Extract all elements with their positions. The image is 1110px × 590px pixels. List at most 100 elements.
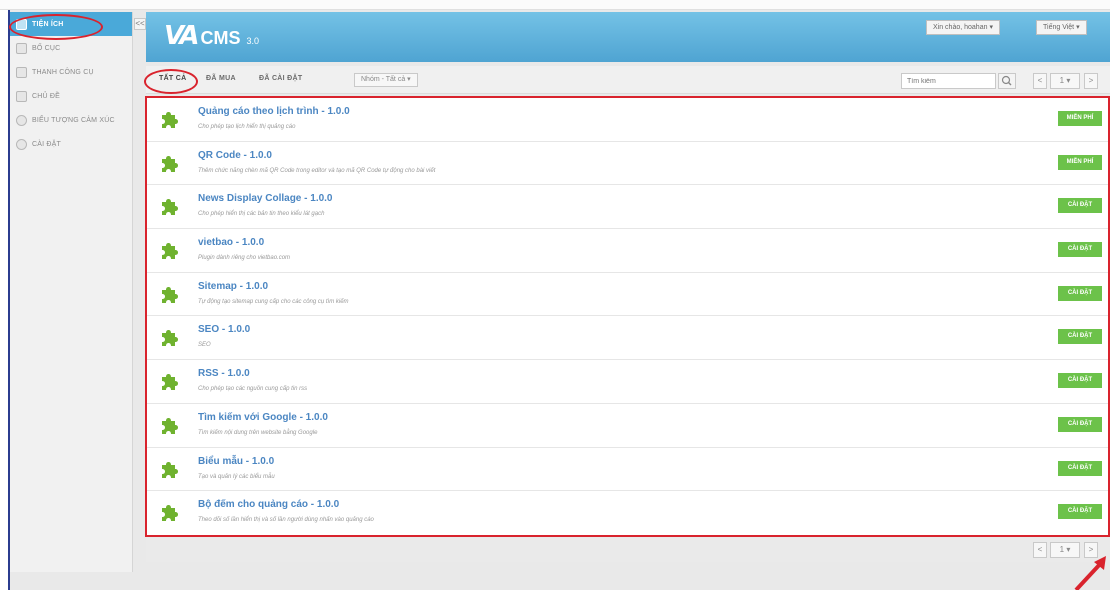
gear-icon bbox=[16, 138, 27, 150]
user-greeting-dropdown[interactable]: Xin chào, hoahan ▾ bbox=[926, 20, 1000, 35]
language-label: Tiếng Việt bbox=[1043, 24, 1075, 31]
sidebar-item-label: THANH CÔNG CỤ bbox=[32, 68, 94, 76]
plugin-action-button[interactable]: MIỄN PHÍ bbox=[1058, 111, 1102, 126]
puzzle-piece-icon bbox=[159, 502, 179, 522]
page-select[interactable]: 1 ▾ bbox=[1050, 73, 1080, 89]
plugin-row: News Display Collage - 1.0.0 Cho phép hiể… bbox=[147, 185, 1108, 230]
plugin-row: RSS - 1.0.0 Cho phép tạo các nguồn cung c… bbox=[147, 360, 1108, 404]
tab-da-mua[interactable]: ĐÃ MUA bbox=[206, 75, 236, 82]
plugin-title[interactable]: vietbao - 1.0.0 bbox=[198, 237, 264, 248]
logo-version: 3.0 bbox=[246, 36, 259, 46]
plugin-row: Biểu mẫu - 1.0.0 Tạo và quản lý các biểu … bbox=[147, 448, 1108, 492]
plugin-title[interactable]: Bộ đếm cho quảng cáo - 1.0.0 bbox=[198, 499, 339, 510]
plugin-action-button[interactable]: CÀI ĐẶT bbox=[1058, 416, 1102, 432]
next-page-button[interactable]: > bbox=[1084, 73, 1098, 89]
smiley-icon bbox=[16, 114, 27, 126]
collapse-sidebar-button[interactable]: << bbox=[134, 18, 146, 30]
toolbar-icon bbox=[16, 66, 27, 78]
plugin-action-button[interactable]: CÀI ĐẶT bbox=[1058, 198, 1102, 214]
plugin-title[interactable]: Sitemap - 1.0.0 bbox=[198, 281, 268, 292]
theme-icon bbox=[16, 90, 27, 102]
plugin-title[interactable]: SEO - 1.0.0 bbox=[198, 324, 250, 335]
puzzle-piece-icon bbox=[159, 371, 179, 391]
plugin-description: Tự động tạo sitemap cung cấp cho các côn… bbox=[198, 298, 349, 305]
annotation-circle-tab bbox=[144, 69, 198, 94]
plugin-row: Sitemap - 1.0.0 Tự động tạo sitemap cung … bbox=[147, 273, 1108, 317]
puzzle-piece-icon bbox=[159, 153, 179, 173]
sidebar-item-label: BỐ CỤC bbox=[32, 44, 61, 52]
puzzle-piece-icon bbox=[159, 109, 179, 129]
plugin-description: SEO bbox=[198, 342, 211, 349]
logo-mark-icon: VA bbox=[164, 21, 200, 51]
sidebar-item-label: CHỦ ĐỀ bbox=[32, 92, 61, 100]
sidebar-item-label: BIỂU TƯỢNG CẢM XÚC bbox=[32, 116, 115, 124]
plugin-description: Thêm chức năng chèn mã QR Code trong edi… bbox=[198, 167, 436, 174]
plugin-action-button[interactable]: CÀI ĐẶT bbox=[1058, 285, 1102, 301]
plugin-description: Cho phép tạo lịch hiển thị quảng cáo bbox=[198, 124, 296, 130]
footer-pagination: < 1 ▾ > bbox=[146, 538, 1110, 562]
search-icon bbox=[1001, 75, 1012, 86]
prev-page-button[interactable]: < bbox=[1033, 73, 1047, 89]
plugin-action-button[interactable]: CÀI ĐẶT bbox=[1058, 329, 1102, 345]
annotation-circle-sidebar bbox=[9, 14, 103, 40]
puzzle-piece-icon bbox=[159, 240, 179, 260]
plugin-description: Plugin dành riêng cho vietbao.com bbox=[198, 255, 291, 262]
plugin-action-button[interactable]: CÀI ĐẶT bbox=[1058, 460, 1102, 476]
sidebar-item-label: CÀI ĐẶT bbox=[32, 140, 62, 148]
plugin-title[interactable]: QR Code - 1.0.0 bbox=[198, 150, 272, 161]
chevron-down-icon: ▾ bbox=[989, 24, 993, 31]
layout-icon bbox=[16, 42, 27, 54]
language-dropdown[interactable]: Tiếng Việt ▾ bbox=[1036, 20, 1087, 35]
tab-da-cai-dat[interactable]: ĐÃ CÀI ĐẶT bbox=[259, 75, 302, 82]
plugin-title[interactable]: Biểu mẫu - 1.0.0 bbox=[198, 456, 274, 467]
group-filter-dropdown[interactable]: Nhóm - Tất cả ▾ bbox=[354, 73, 418, 87]
group-filter-label: Nhóm - Tất cả bbox=[361, 76, 406, 83]
plugin-description: Cho phép tạo các nguồn cung cấp tin rss bbox=[198, 386, 308, 393]
sidebar-item-bieu-tuong-cam-xuc[interactable]: BIỂU TƯỢNG CẢM XÚC bbox=[10, 108, 132, 132]
sidebar-item-bo-cuc[interactable]: BỐ CỤC bbox=[10, 36, 132, 60]
plugin-toolbar: TẤT CẢ ĐÃ MUA ĐÃ CÀI ĐẶT Nhóm - Tất cả ▾… bbox=[146, 66, 1110, 94]
plugin-row: SEO - 1.0.0 SEO CÀI ĐẶT bbox=[147, 316, 1108, 361]
chevron-down-icon: ▾ bbox=[407, 76, 411, 83]
app-header: VA CMS 3.0 Xin chào, hoahan ▾ Tiếng Việt… bbox=[146, 12, 1110, 62]
footer-prev-page-button[interactable]: < bbox=[1033, 542, 1047, 558]
sidebar-item-thanh-cong-cu[interactable]: THANH CÔNG CỤ bbox=[10, 60, 132, 84]
chevron-down-icon: ▾ bbox=[1076, 24, 1080, 31]
plugin-action-button[interactable]: CÀI ĐẶT bbox=[1058, 373, 1102, 389]
plugin-description: Tạo và quản lý các biểu mẫu bbox=[198, 473, 275, 480]
annotation-arrow-icon bbox=[1074, 556, 1106, 590]
plugin-description: Tìm kiếm nội dung trên website bằng Goog… bbox=[198, 429, 318, 436]
puzzle-piece-icon bbox=[159, 196, 179, 216]
plugin-description: Theo dõi số lần hiển thị và số lần người… bbox=[198, 517, 374, 524]
plugin-description: Cho phép hiển thị các bản tin theo kiểu … bbox=[198, 211, 325, 218]
sidebar-item-chu-de[interactable]: CHỦ ĐỀ bbox=[10, 84, 132, 108]
plugin-title[interactable]: News Display Collage - 1.0.0 bbox=[198, 193, 333, 204]
logo-text: CMS bbox=[200, 28, 241, 48]
chevron-down-icon: ▾ bbox=[1066, 545, 1071, 554]
plugin-row: Bộ đếm cho quảng cáo - 1.0.0 Theo dõi số … bbox=[147, 491, 1108, 535]
page-number: 1 bbox=[1059, 76, 1065, 85]
plugin-row: QR Code - 1.0.0 Thêm chức năng chèn mã QR… bbox=[147, 142, 1108, 186]
plugin-row: vietbao - 1.0.0 Plugin dành riêng cho vie… bbox=[147, 229, 1108, 273]
sidebar-item-cai-dat[interactable]: CÀI ĐẶT bbox=[10, 132, 132, 156]
browser-top-strip bbox=[0, 0, 1110, 10]
puzzle-piece-icon bbox=[159, 327, 179, 347]
plugin-action-button[interactable]: MIỄN PHÍ bbox=[1058, 154, 1102, 170]
plugin-title[interactable]: Tìm kiếm với Google - 1.0.0 bbox=[198, 412, 328, 423]
logo: VA CMS 3.0 bbox=[164, 21, 259, 51]
plugin-row: Tìm kiếm với Google - 1.0.0 Tìm kiếm nội … bbox=[147, 404, 1108, 448]
puzzle-piece-icon bbox=[159, 284, 179, 304]
plugin-row: Quảng cáo theo lịch trình - 1.0.0 Cho phé… bbox=[147, 98, 1108, 142]
chevron-down-icon: ▾ bbox=[1066, 76, 1071, 85]
user-greeting-label: Xin chào, hoahan bbox=[933, 24, 988, 31]
plugin-title[interactable]: RSS - 1.0.0 bbox=[198, 368, 250, 379]
plugin-title[interactable]: Quảng cáo theo lịch trình - 1.0.0 bbox=[198, 106, 350, 117]
plugin-action-button[interactable]: CÀI ĐẶT bbox=[1058, 504, 1102, 520]
search-input[interactable] bbox=[901, 73, 996, 89]
plugin-action-button[interactable]: CÀI ĐẶT bbox=[1058, 242, 1102, 258]
footer-page-number: 1 bbox=[1059, 545, 1065, 554]
puzzle-piece-icon bbox=[159, 459, 179, 479]
puzzle-piece-icon bbox=[159, 415, 179, 435]
sidebar: TIỆN ÍCH BỐ CỤC THANH CÔNG CỤ CHỦ ĐỀ BIỂ… bbox=[10, 12, 133, 572]
search-button[interactable] bbox=[998, 73, 1016, 89]
